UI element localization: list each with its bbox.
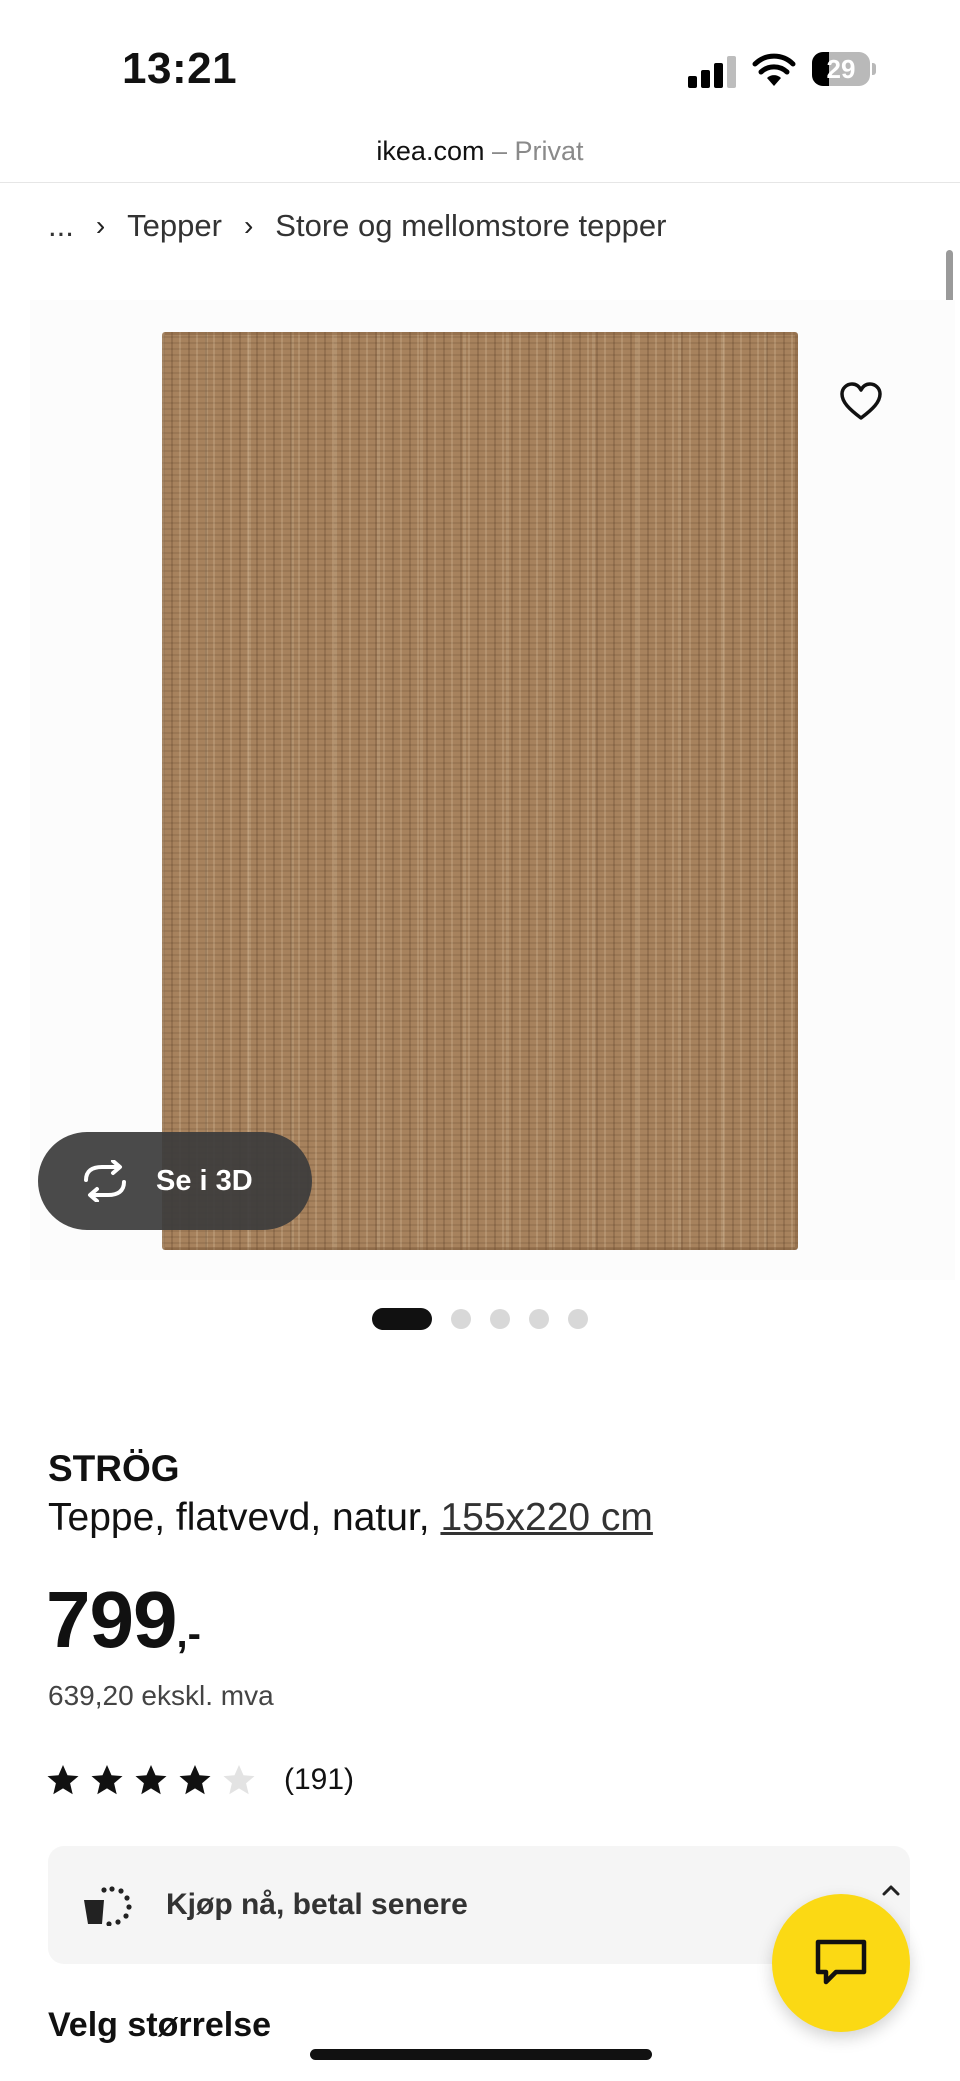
status-bar: 13:21 29 — [0, 0, 960, 120]
breadcrumb-ellipsis[interactable]: ... — [48, 208, 74, 244]
review-count[interactable]: (191) — [284, 1763, 354, 1797]
product-size-link[interactable]: 155x220 cm — [440, 1496, 652, 1539]
chevron-up-icon — [882, 1885, 900, 1896]
wifi-icon — [752, 53, 796, 86]
rotate-3d-icon — [84, 1160, 126, 1202]
pay-later-label: Kjøp nå, betal senere — [166, 1888, 468, 1921]
carousel-dot[interactable] — [568, 1309, 588, 1329]
url-domain: ikea.com — [376, 136, 485, 166]
carousel-dot[interactable] — [490, 1309, 510, 1329]
breadcrumb-item-tepper[interactable]: Tepper — [127, 208, 222, 244]
browsing-mode: Privat — [514, 136, 584, 166]
breadcrumb-item-store-tepper[interactable]: Store og mellomstore tepper — [275, 208, 666, 244]
carousel-dot[interactable] — [529, 1309, 549, 1329]
url-separator: – — [491, 136, 508, 166]
price-main: 799 — [46, 1575, 177, 1664]
chevron-right-icon: › — [243, 210, 254, 241]
signal-icon — [688, 56, 738, 88]
product-description-text: Teppe, flatvevd, natur, — [48, 1496, 430, 1539]
breadcrumb: ... › Tepper › Store og mellomstore tepp… — [48, 206, 666, 246]
carousel-dot[interactable] — [372, 1308, 432, 1330]
product-rating[interactable]: (191) — [46, 1760, 354, 1800]
battery-level: 29 — [826, 54, 856, 84]
product-name: STRÖG — [48, 1448, 180, 1489]
price-excl-vat: 639,20 ekskl. mva — [48, 1680, 274, 1711]
chat-icon — [815, 1939, 867, 1985]
carousel-dots — [372, 1308, 607, 1330]
heart-icon — [840, 382, 882, 420]
see-in-3d-label: Se i 3D — [156, 1165, 253, 1197]
rug-image — [162, 332, 798, 1250]
rating-stars — [46, 1763, 266, 1797]
product-description: Teppe, flatvevd, natur, 155x220 cm — [48, 1496, 653, 1540]
product-price: 799,- — [46, 1574, 201, 1664]
home-indicator — [310, 2049, 652, 2060]
star-filled-icon — [91, 1765, 123, 1795]
see-in-3d-button[interactable]: Se i 3D — [38, 1132, 312, 1230]
battery-icon: 29 — [812, 52, 876, 86]
url-bar[interactable]: ikea.com – Privat — [0, 120, 960, 183]
chevron-right-icon: › — [95, 210, 106, 241]
status-time: 13:21 — [122, 44, 238, 93]
price-suffix: ,- — [176, 1612, 201, 1656]
star-filled-icon — [135, 1765, 167, 1795]
star-filled-icon — [179, 1765, 211, 1795]
chat-button[interactable] — [772, 1894, 910, 2032]
star-empty-icon — [223, 1765, 255, 1795]
select-size-heading: Velg størrelse — [48, 2006, 272, 2044]
star-filled-icon — [47, 1765, 79, 1795]
carousel-dot[interactable] — [451, 1309, 471, 1329]
pay-later-icon — [84, 1886, 132, 1926]
wishlist-button[interactable] — [830, 370, 892, 432]
